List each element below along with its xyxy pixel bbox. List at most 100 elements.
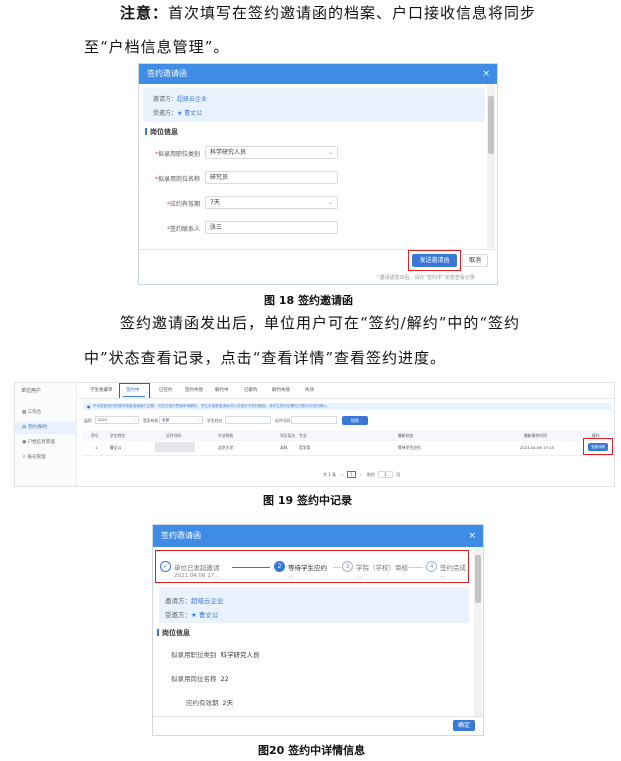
row-name: 曹丈公: [110, 445, 122, 450]
valid-label: 是否有效: [143, 418, 159, 423]
pager-current[interactable]: 1: [347, 471, 356, 478]
invite-dialog: 签约邀请函 × 邀请方：超级云企业 受邀方：★ 曹丈公 岗位信息 *拟录用职位类…: [138, 63, 498, 285]
form-fade: [139, 240, 487, 246]
chevron-down-icon: ⌄: [327, 199, 333, 206]
step-connector: [232, 567, 270, 568]
figure-18-caption: 图 18 签约邀请函: [264, 294, 353, 307]
row-divider: [83, 455, 611, 456]
tab-favorites[interactable]: 学生收藏单: [90, 387, 113, 393]
chevron-down-icon: ⌄: [327, 149, 333, 156]
intro-line-1: 注意：首次填写在签约邀请函的档案、户口接收信息将同步: [120, 2, 536, 23]
inviter-line: 邀请方：超级云企业: [165, 597, 224, 605]
chevron-down-icon: ⌄: [132, 418, 136, 422]
year-select[interactable]: 2021 ⌄: [95, 416, 139, 424]
close-icon[interactable]: ×: [482, 64, 490, 84]
scrollbar-thumb[interactable]: [475, 555, 481, 603]
notice-bar: 不可发起签约的情况或者邀请函已过期，可在已签约界面申请解约，学生未接受邀请函可以…: [83, 403, 611, 410]
signing-list-app: 单位用户 ▦ 工作台 ▤ 签约/解约 ▣ 户档信息管理 ♙ 账号管理 学生收藏单…: [14, 382, 615, 487]
cert-label: 证件号码: [275, 418, 291, 423]
sidebar-item-signing[interactable]: ▤ 签约/解约: [15, 422, 77, 434]
send-hint: “邀请函发出后，请在“签约中”状态查看记录: [377, 275, 475, 281]
dialog-header: 签约邀请函 ×: [139, 64, 497, 84]
name-input[interactable]: [225, 416, 271, 424]
note-label: 注意：: [120, 4, 169, 22]
job-category-select[interactable]: 科学研究人员 ⌄: [205, 146, 338, 159]
sidebar-item-workbench[interactable]: ▦ 工作台: [15, 407, 77, 419]
party-info-box: 邀请方：超级云企业 受邀方：★ 曹丈公: [159, 587, 469, 623]
inviter-value: 超级云企业: [191, 597, 224, 605]
field-label: *拟录用岗位名称: [154, 176, 200, 183]
chevron-down-icon: ⌄: [196, 418, 200, 422]
col-status: 最新状态: [398, 433, 414, 438]
pager-goto-input[interactable]: 1: [378, 471, 393, 478]
step-4-number: 4: [426, 561, 437, 572]
cert-input[interactable]: [291, 416, 337, 424]
step-2-label: 等待学生应约: [288, 564, 327, 572]
intro-text: 首次填写在签约邀请函的档案、户口接收信息将同步: [168, 4, 537, 22]
tab-divider: [78, 398, 614, 399]
field-label: *签约联系人: [166, 226, 200, 233]
tab-terminated[interactable]: 已解约: [244, 387, 258, 393]
scrollbar-thumb[interactable]: [488, 96, 494, 154]
sidebar: 单位用户 ▦ 工作台 ▤ 签约/解约 ▣ 户档信息管理 ♙ 账号管理: [15, 383, 77, 486]
vertical-scrollbar[interactable]: [487, 84, 495, 248]
step-2-time: ...: [288, 573, 294, 579]
pager-prev-icon[interactable]: ‹: [341, 472, 343, 477]
dialog-divider: [153, 716, 483, 717]
detail-value: 22: [220, 675, 229, 683]
section-title: 岗位信息: [157, 628, 190, 638]
intro-line-2: 至“户档信息管理”。: [84, 38, 230, 56]
step-connector: [405, 567, 423, 568]
figure-19-caption: 图 19 签约中记录: [263, 494, 352, 507]
user-label: 单位用户: [21, 388, 42, 394]
highlight-box: [408, 250, 461, 271]
row-level: 本科: [280, 445, 288, 450]
col-school: 毕业院校: [218, 433, 234, 438]
detail-item: 拟录用岗位名称 22: [171, 675, 229, 683]
invitee-value: ★ 曹丈公: [191, 611, 219, 619]
step-1-time: 2021.04.06 17...: [174, 573, 220, 579]
detail-item: 拟录用职位类别 科学研究人员: [171, 651, 260, 659]
tab-terminating[interactable]: 解约中: [215, 387, 229, 393]
step-1-check-icon: ✓: [160, 561, 171, 572]
col-id: 证件号码: [166, 433, 182, 438]
step-3-label: 学院（学校）审核: [356, 564, 408, 572]
sidebar-item-archive[interactable]: ▣ 户档信息管理: [15, 437, 77, 449]
vertical-scrollbar[interactable]: [474, 547, 482, 717]
sidebar-item-account[interactable]: ♙ 账号管理: [15, 452, 77, 464]
section-title: 岗位信息: [145, 127, 178, 137]
invitee-line: 受邀方：★ 曹丈公: [165, 611, 219, 619]
cancel-button[interactable]: 取消: [462, 254, 488, 267]
year-label: 届别: [84, 418, 92, 423]
tab-signed[interactable]: 已签约: [159, 387, 173, 393]
step-4-time: ...: [440, 573, 446, 579]
step-4-label: 签约完成: [440, 564, 466, 572]
highlight-box: [119, 383, 150, 399]
confirm-button[interactable]: 确定: [453, 720, 475, 731]
pager-next-icon[interactable]: ›: [360, 472, 362, 477]
contact-input[interactable]: 张三: [205, 221, 338, 234]
valid-select[interactable]: 全部 ⌄: [159, 416, 203, 424]
detail-item: 应约有效期 2天: [186, 699, 234, 707]
row-index: 1: [95, 445, 98, 450]
dialog-title: 签约邀请函: [147, 69, 187, 78]
invitee-line: 受邀方：★ 曹丈公: [153, 110, 203, 117]
validity-select[interactable]: 7天 ⌄: [205, 196, 338, 209]
search-button[interactable]: 搜索: [342, 416, 368, 425]
tab-terminate-failed[interactable]: 解约失败: [272, 387, 290, 393]
tab-sign-failed[interactable]: 签约失败: [185, 387, 203, 393]
col-level: 学历层次: [280, 433, 296, 438]
step-connector: [333, 567, 341, 568]
figure-20-caption: 图20 签约中详情信息: [258, 744, 366, 757]
field-label: *应约有效期: [166, 201, 200, 208]
col-name: 学生姓名: [110, 433, 126, 438]
tab-expired[interactable]: 失效: [305, 387, 314, 393]
inviter-line: 邀请方：超级云企业: [153, 96, 208, 103]
col-time: 最新操作时间: [524, 433, 547, 438]
step-1-label: 单位已发起邀请: [174, 564, 220, 572]
detail-value: 2天: [222, 699, 234, 707]
close-icon[interactable]: ×: [468, 525, 476, 547]
job-title-input[interactable]: 研究员: [205, 171, 338, 184]
row-school: 北京大学: [218, 445, 234, 450]
pager-unit: 页: [396, 472, 401, 477]
